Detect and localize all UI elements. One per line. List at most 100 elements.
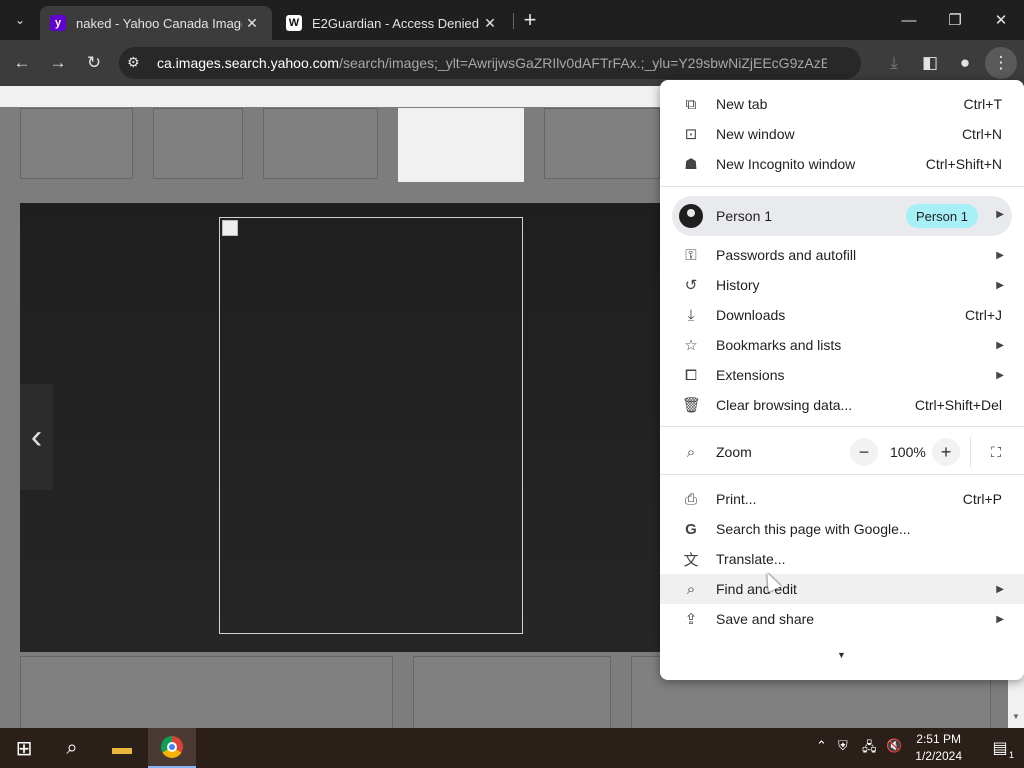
menu-item-save-and-share[interactable]: ⇪ Save and share ▶: [660, 604, 1024, 634]
scroll-down-icon[interactable]: ▼: [1012, 712, 1020, 721]
previous-image-chevron-icon[interactable]: ‹: [20, 384, 53, 490]
menu-item-new-window[interactable]: ⊡ New window Ctrl+N: [660, 119, 1024, 149]
url-path: /search/images;_ylt=AwrijwsGaZRIlv0dAFTr…: [339, 55, 827, 71]
chrome-menu: ⧉ New tab Ctrl+T ⊡ New window Ctrl+N ☗ N…: [660, 80, 1024, 680]
zoom-divider: [970, 437, 971, 467]
menu-label: History: [716, 277, 760, 293]
tab-e2guardian[interactable]: W E2Guardian - Access Denied ✕: [276, 6, 510, 40]
chrome-menu-icon[interactable]: ⋮: [985, 47, 1017, 79]
menu-item-downloads[interactable]: ⤓ Downloads Ctrl+J: [660, 300, 1024, 330]
new-window-icon: ⊡: [684, 126, 698, 143]
menu-item-new-incognito[interactable]: ☗ New Incognito window Ctrl+Shift+N: [660, 149, 1024, 179]
image-thumbnail[interactable]: [413, 656, 611, 728]
yahoo-icon: y: [50, 15, 66, 31]
chevron-right-icon: ▶: [996, 249, 1004, 261]
zoom-level: 100%: [890, 444, 926, 460]
new-tab-plus-icon[interactable]: +: [514, 4, 546, 36]
menu-shortcut: Ctrl+Shift+Del: [914, 397, 1002, 413]
menu-label: Zoom: [716, 444, 752, 460]
zoom-in-button[interactable]: +: [932, 438, 960, 466]
reload-icon[interactable]: ↻: [78, 47, 110, 79]
tray-chevron-up-icon[interactable]: ⌃: [816, 738, 827, 754]
chrome-taskbar-icon[interactable]: [148, 728, 196, 768]
broken-image-icon: [222, 220, 238, 236]
network-icon[interactable]: 🖧: [862, 738, 877, 760]
image-thumbnail[interactable]: [20, 656, 393, 728]
taskbar: ⊞ ⌕ ▬ ⌃ ⛨ 🖧 🔇 2:51 PM 1/2/2024 ▤ 1: [0, 728, 1024, 768]
menu-label: New window: [716, 126, 795, 142]
url-text[interactable]: ca.images.search.yahoo.com/search/images…: [157, 55, 827, 71]
tab-title: naked - Yahoo Canada Image S: [76, 15, 242, 31]
tab-yahoo[interactable]: y naked - Yahoo Canada Image S ✕: [40, 6, 272, 40]
forward-icon[interactable]: →: [42, 47, 74, 79]
download-icon[interactable]: ⤓: [878, 47, 910, 79]
person-avatar-icon: [679, 204, 703, 228]
notification-center-icon[interactable]: ▤ 1: [976, 728, 1024, 768]
star-icon: ☆: [684, 337, 698, 354]
menu-shortcut: Ctrl+J: [965, 307, 1002, 323]
windows-start-icon[interactable]: ⊞: [0, 728, 48, 768]
close-icon[interactable]: ✕: [242, 13, 262, 33]
menu-label: New tab: [716, 96, 768, 112]
profile-icon[interactable]: ●: [949, 47, 981, 79]
menu-label: Translate...: [716, 551, 786, 567]
menu-divider: [660, 186, 1024, 187]
menu-item-person[interactable]: Person 1 Person 1 ▶: [672, 196, 1012, 236]
more-chevron-down-icon[interactable]: ▼: [837, 650, 846, 660]
image-thumbnail-selected[interactable]: [398, 108, 524, 182]
site-info-icon[interactable]: ⚙: [127, 54, 140, 71]
menu-item-find-and-edit[interactable]: ⌕ Find and edit ▶: [660, 574, 1024, 604]
url-host: ca.images.search.yahoo.com: [157, 55, 340, 71]
menu-label: New Incognito window: [716, 156, 856, 172]
image-thumbnail[interactable]: [544, 108, 660, 179]
fullscreen-icon[interactable]: ⛶: [982, 438, 1010, 466]
menu-item-translate[interactable]: 文 Translate...: [660, 544, 1024, 574]
incognito-icon: ☗: [684, 156, 698, 173]
menu-label: Downloads: [716, 307, 786, 323]
menu-item-extensions[interactable]: ⧠ Extensions ▶: [660, 360, 1024, 390]
menu-item-history[interactable]: ↺ History ▶: [660, 270, 1024, 300]
menu-item-passwords[interactable]: ⚿ Passwords and autofill ▶: [660, 240, 1024, 270]
window-close-icon[interactable]: ✕: [978, 0, 1024, 40]
menu-label: Print...: [716, 491, 757, 507]
menu-shortcut: Ctrl+T: [963, 96, 1003, 112]
trash-icon: 🗑: [682, 397, 702, 414]
volume-muted-icon[interactable]: 🔇: [886, 738, 902, 754]
menu-shortcut: Ctrl+P: [962, 491, 1002, 507]
minimize-icon[interactable]: —: [886, 0, 932, 40]
menu-item-print[interactable]: ⎙ Print... Ctrl+P: [660, 484, 1024, 514]
history-icon: ↺: [684, 277, 698, 294]
new-tab-icon: ⧉: [685, 95, 697, 113]
menu-label: Find and edit: [716, 581, 797, 597]
search-icon[interactable]: ⌕: [48, 728, 96, 768]
menu-label: Passwords and autofill: [716, 247, 857, 263]
menu-label: Extensions: [716, 367, 785, 383]
download-icon: ⤓: [687, 306, 695, 324]
person-badge: Person 1: [905, 204, 978, 228]
security-tray-icon[interactable]: ⛨: [838, 738, 848, 754]
system-clock[interactable]: 2:51 PM 1/2/2024: [915, 731, 962, 765]
menu-item-bookmarks[interactable]: ☆ Bookmarks and lists ▶: [660, 330, 1024, 360]
w-icon: W: [286, 15, 302, 31]
menu-item-search-google[interactable]: G Search this page with Google...: [660, 514, 1024, 544]
chevron-right-icon: ▶: [996, 613, 1004, 625]
chevron-right-icon: ▶: [996, 583, 1004, 595]
broken-image[interactable]: [219, 217, 523, 634]
find-icon: ⌕: [686, 580, 696, 598]
clock-date: 1/2/2024: [915, 749, 962, 763]
back-icon[interactable]: ←: [6, 47, 38, 79]
image-thumbnail[interactable]: [153, 108, 243, 179]
chevron-right-icon: ▶: [996, 279, 1004, 291]
file-explorer-icon[interactable]: ▬: [98, 728, 146, 768]
image-thumbnail[interactable]: [263, 108, 378, 179]
menu-divider: [660, 426, 1024, 427]
menu-item-clear-browsing-data[interactable]: 🗑 Clear browsing data... Ctrl+Shift+Del: [660, 390, 1024, 420]
zoom-out-button[interactable]: −: [850, 438, 878, 466]
clock-time: 2:51 PM: [916, 732, 961, 746]
image-thumbnail[interactable]: [20, 108, 133, 179]
side-panel-icon[interactable]: ◧: [914, 47, 946, 79]
menu-item-new-tab[interactable]: ⧉ New tab Ctrl+T: [660, 89, 1024, 119]
restore-icon[interactable]: ❐: [932, 0, 978, 40]
tab-search-icon[interactable]: ⌄: [4, 4, 36, 36]
close-icon[interactable]: ✕: [480, 13, 500, 33]
